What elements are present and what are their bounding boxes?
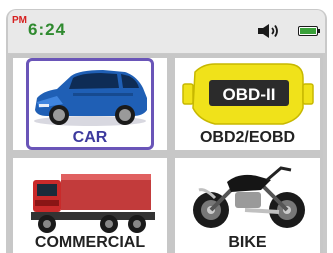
clock-time: 6:24 (28, 20, 67, 39)
menu-tile-commercial-label: COMMERCIAL (34, 234, 146, 251)
status-bar: PM 6:24 (8, 10, 325, 53)
am-pm-indicator: PM (12, 15, 27, 26)
menu-tile-car-label: CAR (72, 129, 108, 146)
menu-tile-commercial[interactable]: COMMERCIAL (13, 158, 167, 253)
menu-tile-bike[interactable]: BIKE (175, 158, 320, 253)
menu-tile-car[interactable]: CAR (13, 58, 167, 150)
menu-tile-obd2-label: OBD2/EOBD (199, 129, 296, 146)
menu-grid: CAR OBD-II OBD2/EOBD COMMERCIAL BIKE (10, 54, 323, 253)
battery-icon (298, 26, 320, 36)
speaker-icon (258, 24, 278, 38)
menu-tile-obd2[interactable]: OBD-II OBD2/EOBD (175, 58, 320, 150)
obd-badge-text: OBD-II (223, 85, 276, 104)
menu-tile-bike-label: BIKE (228, 234, 267, 251)
